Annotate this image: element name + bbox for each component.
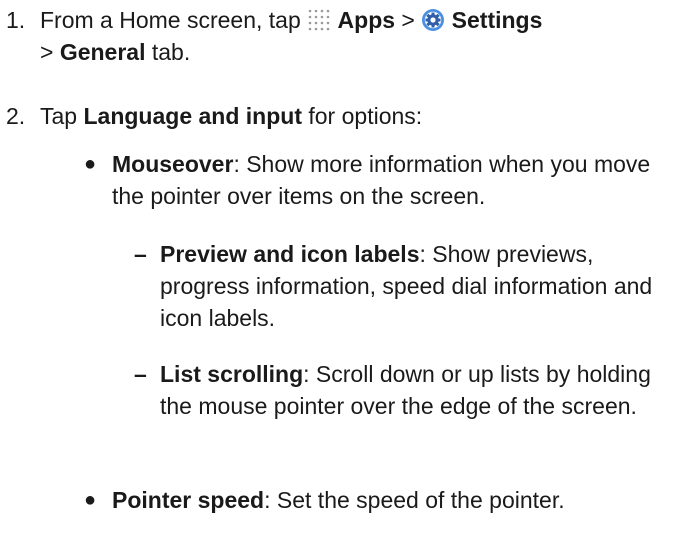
option-mouseover: ● Mouseover: Show more information when … [84, 148, 665, 218]
instruction-page: 1. From a Home screen, tap Apps > Settin… [0, 0, 685, 534]
step-1-text: From a Home screen, tap Apps > Settings >… [40, 7, 543, 65]
step-number: 2. [6, 103, 26, 129]
sub-option-list-scrolling: – List scrolling: Scroll down or up list… [134, 358, 675, 458]
step-2-text: Tap Language and input for options: [40, 103, 423, 129]
apps-grid-icon [307, 8, 331, 32]
sub-option-label: List scrolling [160, 361, 304, 387]
sub-option-preview-and-icon-labels: – Preview and icon labels: Show previews… [134, 238, 675, 338]
settings-label: Settings [451, 7, 543, 33]
language-and-input-label: Language and input [83, 103, 302, 129]
bullet-icon: ● [84, 489, 97, 511]
general-tab-label: General [59, 39, 146, 65]
step-number: 1. [6, 7, 26, 33]
sub-option-label: Preview and icon labels [160, 241, 420, 267]
option-label: Mouseover [112, 151, 234, 177]
step-2: 2. Tap Language and input for options: [0, 100, 685, 134]
option-description: : Set the speed of the pointer. [264, 487, 565, 513]
step-1: 1. From a Home screen, tap Apps > Settin… [0, 4, 685, 76]
option-pointer-speed: ● Pointer speed: Set the speed of the po… [84, 484, 665, 518]
dash-icon: – [134, 361, 147, 387]
settings-gear-icon [421, 8, 445, 32]
dash-icon: – [134, 241, 147, 267]
apps-label: Apps [337, 7, 396, 33]
option-label: Pointer speed [112, 487, 265, 513]
bullet-icon: ● [84, 153, 97, 175]
